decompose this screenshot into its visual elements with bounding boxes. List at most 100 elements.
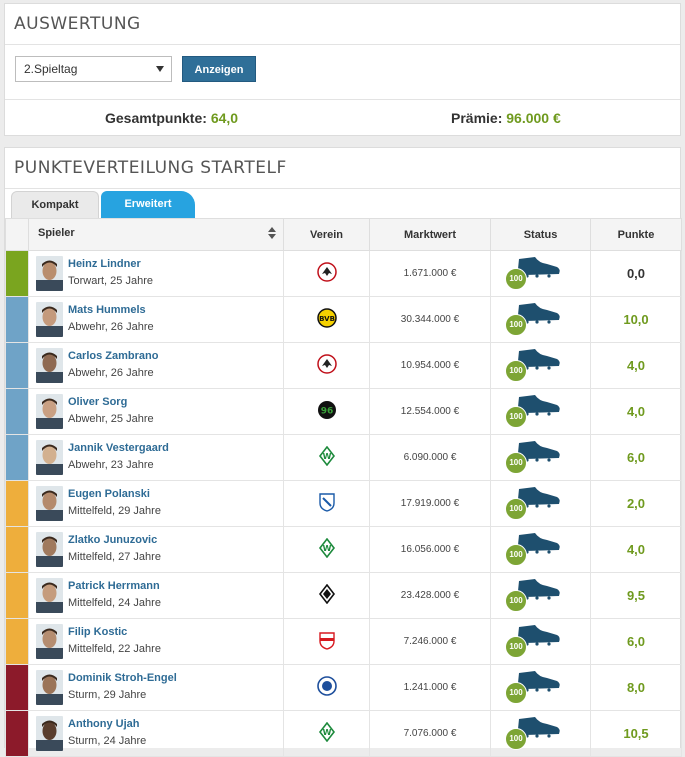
player-cell: Anthony Ujah Sturm, 24 Jahre [28,710,284,757]
player-cell: Zlatko Junuzovic Mittelfeld, 27 Jahre [28,526,284,573]
verein-cell [283,664,370,711]
borussia-dortmund-icon: BVB [316,308,337,331]
table-row[interactable]: Oliver Sorg Abwehr, 25 Jahre 96 12.554.0… [5,388,682,435]
status-indicator: 100 [505,439,561,475]
table-row[interactable]: Carlos Zambrano Abwehr, 26 Jahre 10.954.… [5,342,682,389]
marktwert-cell: 16.056.000 € [369,526,491,573]
table-row[interactable]: Patrick Herrmann Mittelfeld, 24 Jahre 23… [5,572,682,619]
player-name-link[interactable]: Anthony Ujah [68,718,140,730]
tab-erweitert[interactable]: Erweitert [101,191,195,218]
player-avatar [36,348,63,383]
position-marker [5,526,29,573]
position-color-bar [6,573,28,618]
punkte-cell: 4,0 [590,388,682,435]
punkte-cell: 8,0 [590,664,682,711]
status-badge: 100 [509,734,523,743]
vfb-stuttgart-icon [317,632,337,653]
table-row[interactable]: Mats Hummels Abwehr, 26 Jahre BVB 30.344… [5,296,682,343]
player-name-link[interactable]: Zlatko Junuzovic [68,534,157,546]
praemie-label: Prämie: [451,110,503,126]
punkte-cell: 2,0 [590,480,682,527]
spieltag-select[interactable]: 2.Spieltag [15,56,172,82]
status-cell: 100 [490,664,591,711]
position-marker [5,710,29,757]
table-row[interactable]: Filip Kostic Mittelfeld, 22 Jahre 7.246.… [5,618,682,665]
status-badge: 100 [509,412,523,421]
status-cell: 100 [490,618,591,665]
player-avatar [36,302,63,337]
svg-text:W: W [322,452,331,461]
verein-cell [283,342,370,389]
player-detail: Torwart, 25 Jahre [68,275,153,287]
svg-text:W: W [322,728,331,737]
player-detail: Abwehr, 25 Jahre [68,413,154,425]
verein-cell [283,618,370,665]
status-indicator: 100 [505,715,561,751]
player-cell: Oliver Sorg Abwehr, 25 Jahre [28,388,284,435]
player-detail: Abwehr, 23 Jahre [68,459,154,471]
verein-cell [283,480,370,527]
player-avatar [36,532,63,567]
status-cell: 100 [490,480,591,527]
player-name-link[interactable]: Oliver Sorg [68,396,127,408]
punkte-cell: 6,0 [590,434,682,481]
position-column-header [5,218,29,251]
werder-bremen-icon: W [317,445,337,469]
player-name-link[interactable]: Eugen Polanski [68,488,150,500]
eintracht-frankfurt-icon [316,262,337,285]
table-row[interactable]: Zlatko Junuzovic Mittelfeld, 27 Jahre W … [5,526,682,573]
view-tabs: Kompakt Erweitert [11,191,681,219]
status-cell: 100 [490,388,591,435]
punkte-cell: 6,0 [590,618,682,665]
position-marker [5,388,29,435]
player-cell: Patrick Herrmann Mittelfeld, 24 Jahre [28,572,284,619]
werder-bremen-icon: W [317,537,337,561]
player-detail: Sturm, 29 Jahre [68,689,147,701]
eintracht-frankfurt-icon [316,354,337,377]
player-name-link[interactable]: Filip Kostic [68,626,127,638]
praemie-value: 96.000 € [506,110,561,126]
status-cell: 100 [490,342,591,389]
player-detail: Sturm, 24 Jahre [68,735,147,747]
marktwert-cell: 23.428.000 € [369,572,491,619]
verein-cell: W [283,434,370,481]
player-name-link[interactable]: Jannik Vestergaard [68,442,169,454]
hoffenheim-icon [317,493,337,515]
spieler-header-label: Spieler [38,227,75,239]
verein-cell: BVB [283,296,370,343]
player-name-link[interactable]: Heinz Lindner [68,258,141,270]
table-row[interactable]: Jannik Vestergaard Abwehr, 23 Jahre W 6.… [5,434,682,481]
player-detail: Abwehr, 26 Jahre [68,321,154,333]
punkte-cell: 4,0 [590,526,682,573]
status-indicator: 100 [505,347,561,383]
table-row[interactable]: Anthony Ujah Sturm, 24 Jahre W 7.076.000… [5,710,682,757]
player-name-link[interactable]: Dominik Stroh-Engel [68,672,177,684]
status-badge: 100 [509,596,523,605]
status-badge: 100 [509,504,523,513]
table-row[interactable]: Heinz Lindner Torwart, 25 Jahre 1.671.00… [5,250,682,297]
player-name-link[interactable]: Patrick Herrmann [68,580,160,592]
player-avatar [36,670,63,705]
player-cell: Carlos Zambrano Abwehr, 26 Jahre [28,342,284,389]
status-indicator: 100 [505,485,561,521]
spieler-column-header[interactable]: Spieler [28,218,284,251]
table-row[interactable]: Eugen Polanski Mittelfeld, 29 Jahre 17.9… [5,480,682,527]
player-name-link[interactable]: Carlos Zambrano [68,350,158,362]
player-cell: Heinz Lindner Torwart, 25 Jahre [28,250,284,297]
player-name-link[interactable]: Mats Hummels [68,304,146,316]
position-color-bar [6,527,28,572]
position-color-bar [6,389,28,434]
startelf-title: PUNKTEVERTEILUNG STARTELF [5,148,680,189]
position-marker [5,434,29,481]
player-avatar [36,578,63,613]
sort-icon[interactable] [267,227,277,242]
anzeigen-button[interactable]: Anzeigen [182,56,256,82]
auswertung-panel: AUSWERTUNG 2.Spieltag Anzeigen Gesamtpun… [4,3,681,136]
tab-kompakt[interactable]: Kompakt [11,191,99,218]
status-indicator: 100 [505,255,561,291]
position-marker [5,342,29,389]
player-avatar [36,716,63,751]
punkte-cell: 0,0 [590,250,682,297]
table-row[interactable]: Dominik Stroh-Engel Sturm, 29 Jahre 1.24… [5,664,682,711]
status-cell: 100 [490,710,591,757]
